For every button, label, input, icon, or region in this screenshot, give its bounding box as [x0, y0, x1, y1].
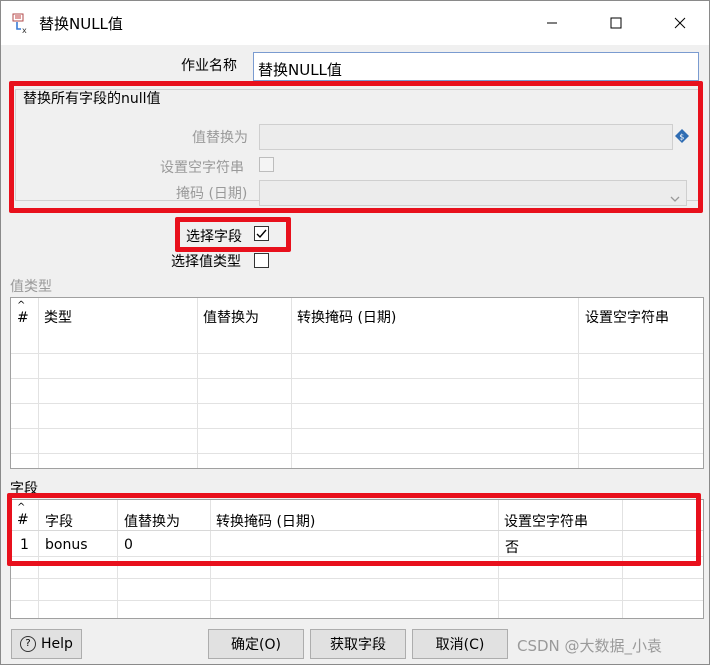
job-name-label: 作业名称: [181, 58, 237, 74]
select-value-type-label: 选择值类型: [171, 254, 241, 270]
watermark: CSDN @大数据_小袁: [517, 637, 663, 655]
help-button[interactable]: ? Help: [11, 629, 82, 659]
help-button-label: Help: [41, 636, 73, 652]
col-set-empty: 设置空字符串: [585, 310, 669, 326]
highlight-box-select-fields: [175, 217, 291, 252]
highlight-box-group: [9, 81, 703, 213]
cancel-button[interactable]: 取消(C): [412, 629, 508, 659]
svg-text:x: x: [22, 26, 27, 35]
window-title: 替换NULL值: [39, 15, 123, 33]
select-value-type-checkbox[interactable]: [254, 253, 269, 268]
job-name-input[interactable]: 替换NULL值: [253, 52, 699, 81]
col-replace: 值替换为: [203, 310, 259, 326]
value-types-table[interactable]: ^ # 类型 值替换为 转换掩码 (日期) 设置空字符串: [10, 297, 704, 469]
value-types-section-label: 值类型: [10, 279, 52, 295]
maximize-icon[interactable]: [593, 7, 639, 39]
close-icon[interactable]: [657, 7, 703, 39]
dialog-window: x 替换NULL值 作业名称 替换NULL值 替换所有字段的null值 值替换为…: [0, 0, 710, 665]
highlight-box-fields: [7, 493, 701, 566]
title-bar: x 替换NULL值: [1, 1, 709, 45]
minimize-icon[interactable]: [529, 7, 575, 39]
get-fields-button[interactable]: 获取字段: [310, 629, 406, 659]
help-icon: ?: [20, 636, 37, 652]
col-num: #: [17, 310, 29, 326]
col-mask: 转换掩码 (日期): [297, 310, 397, 326]
col-type: 类型: [44, 310, 72, 326]
ok-button[interactable]: 确定(O): [208, 629, 304, 659]
replace-null-app-icon: x: [11, 13, 33, 35]
